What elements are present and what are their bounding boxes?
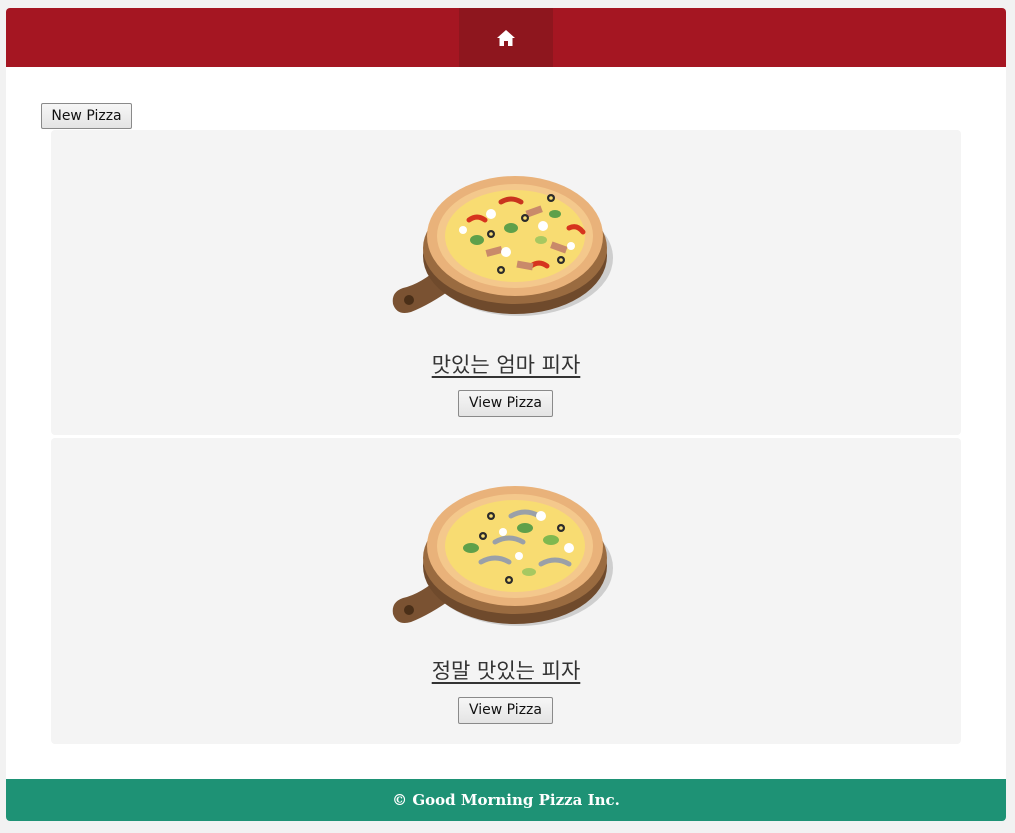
view-pizza-button[interactable]: View Pizza [458, 390, 553, 417]
footer: © Good Morning Pizza Inc. [6, 779, 1006, 821]
pizza-card: 맛있는 엄마 피자 View Pizza [51, 130, 961, 435]
pizza-image [392, 486, 613, 626]
pizza-name-link[interactable]: 맛있는 엄마 피자 [432, 353, 581, 377]
top-navbar [6, 8, 1006, 67]
home-button[interactable] [459, 8, 553, 67]
home-icon [497, 29, 515, 46]
pizza-card: 정말 맛있는 피자 View Pizza [51, 438, 961, 744]
copyright-text: © Good Morning Pizza Inc. [392, 791, 620, 809]
app-frame: New Pizza 맛있는 엄마 피자 View Pizza 정말 맛있는 피자… [6, 8, 1006, 821]
new-pizza-button[interactable]: New Pizza [41, 103, 132, 129]
pizza-image [392, 176, 613, 316]
view-pizza-button[interactable]: View Pizza [458, 697, 553, 724]
pizza-name-link[interactable]: 정말 맛있는 피자 [432, 659, 581, 683]
